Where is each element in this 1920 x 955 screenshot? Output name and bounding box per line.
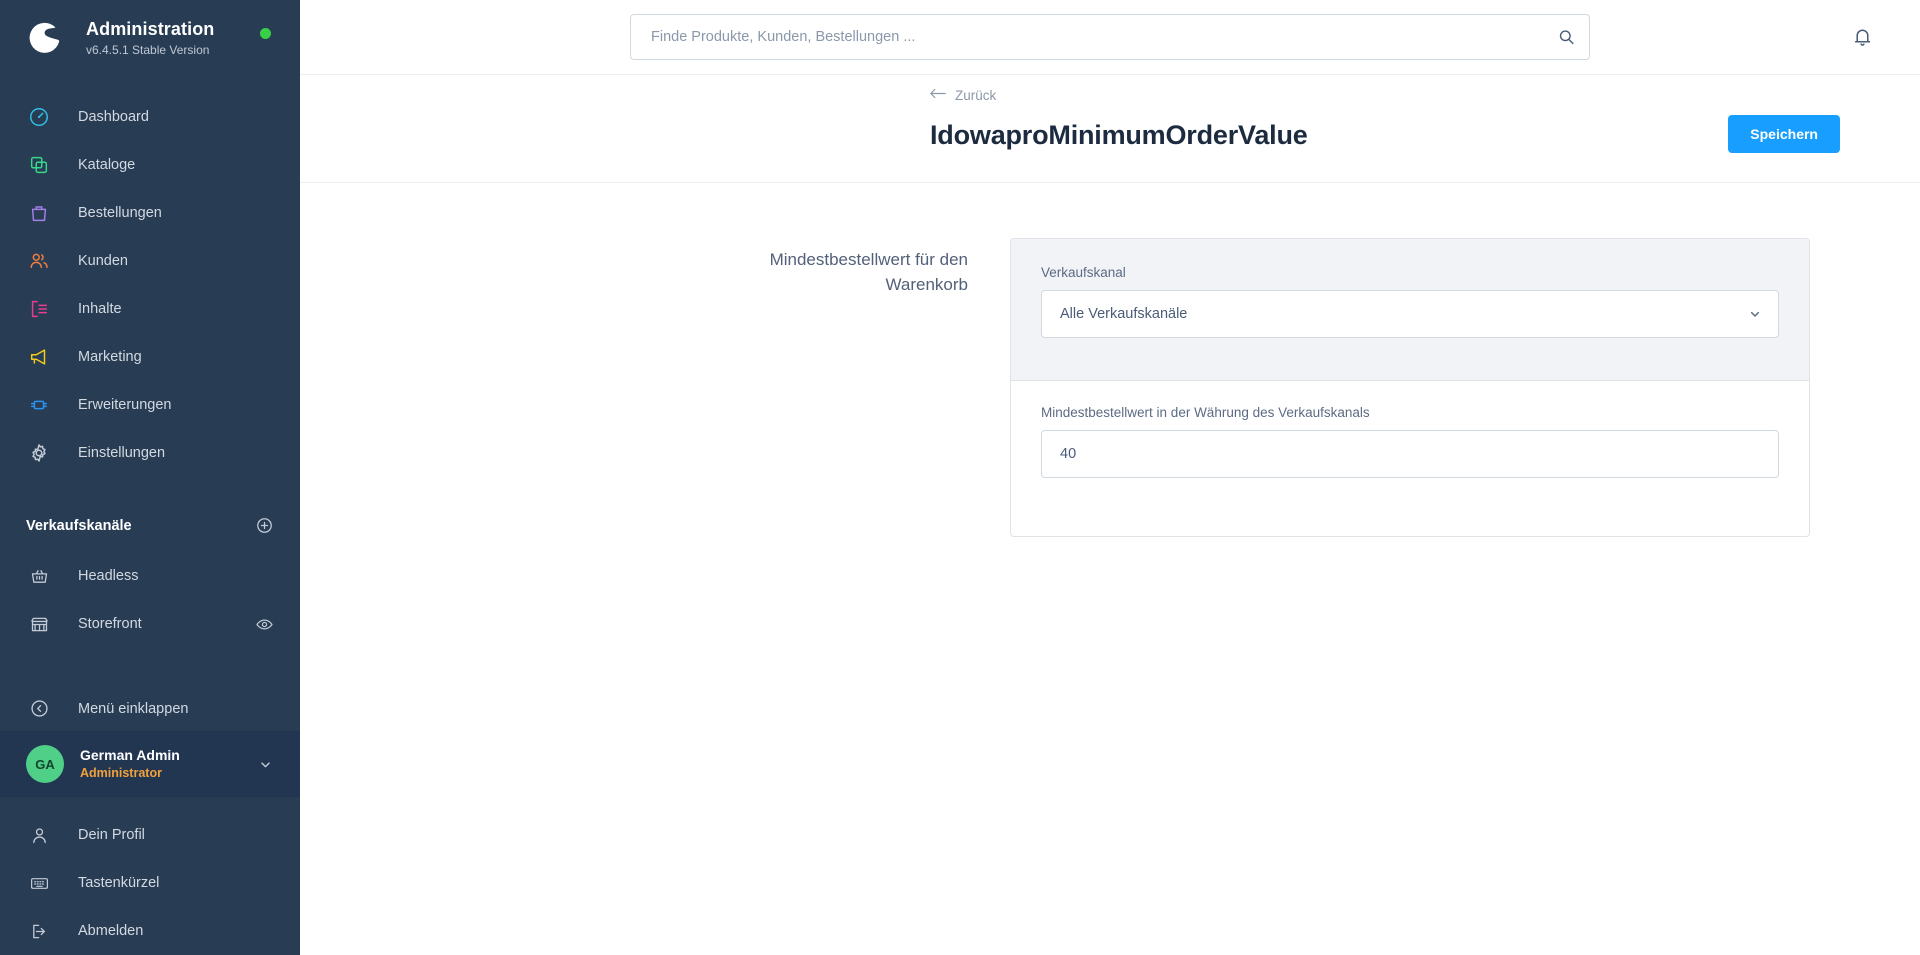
arrow-left-icon xyxy=(930,87,946,103)
minimum-value-label: Mindestbestellwert in der Währung des Ve… xyxy=(1041,405,1370,420)
eye-icon[interactable] xyxy=(255,615,274,634)
sidebar-item-label: Marketing xyxy=(78,348,142,365)
content-icon xyxy=(26,296,52,322)
save-button[interactable]: Speichern xyxy=(1728,115,1840,153)
sidebar-item-einstellungen[interactable]: Einstellungen xyxy=(0,429,300,477)
sidebar-item-label: Dein Profil xyxy=(78,827,145,843)
sidebar-item-abmelden[interactable]: Abmelden xyxy=(0,907,300,955)
keyboard-icon xyxy=(26,870,52,896)
basket-icon xyxy=(26,563,52,589)
sidebar-item-label: Erweiterungen xyxy=(78,396,172,413)
sidebar-item-dein-profil[interactable]: Dein Profil xyxy=(0,811,300,859)
sales-channels-section-header: Verkaufskanäle xyxy=(0,507,300,545)
page-header-inner: Zurück IdowaproMinimumOrderValue Speiche… xyxy=(300,75,1860,153)
minimum-value-input[interactable] xyxy=(1041,430,1779,478)
megaphone-icon xyxy=(26,344,52,370)
brand-header[interactable]: Administration v6.4.5.1 Stable Version xyxy=(0,0,300,77)
sidebar-item-tastenkuerzel[interactable]: Tastenkürzel xyxy=(0,859,300,907)
dashboard-icon xyxy=(26,104,52,130)
user-name: German Admin xyxy=(80,747,180,764)
back-link-label: Zurück xyxy=(955,87,997,103)
logout-icon xyxy=(26,918,52,944)
shopware-logo-icon xyxy=(26,17,68,59)
sidebar-item-marketing[interactable]: Marketing xyxy=(0,333,300,381)
back-link[interactable]: Zurück xyxy=(930,87,996,103)
sidebar-item-storefront[interactable]: Storefront xyxy=(0,600,300,648)
shop-icon xyxy=(26,611,52,637)
sidebar-item-label: Storefront xyxy=(78,616,142,633)
brand-title: Administration xyxy=(86,19,215,40)
sales-channels-navigation: Headless Storefront xyxy=(0,552,300,648)
sidebar-item-inhalte[interactable]: Inhalte xyxy=(0,285,300,333)
collapse-menu-button[interactable]: Menü einklappen xyxy=(0,686,300,731)
sidebar-item-label: Inhalte xyxy=(78,300,122,317)
sidebar-item-label: Abmelden xyxy=(78,923,144,939)
page-content: Mindestbestellwert für den Warenkorb Ver… xyxy=(300,183,1920,955)
main-navigation: Dashboard Kataloge Bestellungen Kunden I… xyxy=(0,77,300,477)
search-input[interactable] xyxy=(630,14,1590,60)
sales-channel-select[interactable]: Alle Verkaufskanäle xyxy=(1041,290,1779,338)
chevron-down-icon[interactable] xyxy=(257,756,274,773)
brand-version: v6.4.5.1 Stable Version xyxy=(86,43,210,58)
status-dot-icon xyxy=(260,28,271,39)
avatar: GA xyxy=(26,745,64,784)
settings-form-row: Mindestbestellwert für den Warenkorb Ver… xyxy=(300,238,1920,537)
collapse-menu-label: Menü einklappen xyxy=(78,700,189,717)
chevron-left-circle-icon xyxy=(26,696,52,722)
page-header: Zurück IdowaproMinimumOrderValue Speiche… xyxy=(300,75,1920,183)
user-text: German Admin Administrator xyxy=(80,747,180,781)
brand-text: Administration v6.4.5.1 Stable Version xyxy=(86,19,214,57)
form-group-label-text: Mindestbestellwert für den Warenkorb xyxy=(769,250,968,294)
plugin-icon xyxy=(26,392,52,418)
sidebar-item-bestellungen[interactable]: Bestellungen xyxy=(0,189,300,237)
main-area: Zurück IdowaproMinimumOrderValue Speiche… xyxy=(300,0,1920,955)
sidebar-item-label: Tastenkürzel xyxy=(78,875,160,891)
user-menu-navigation: Dein Profil Tastenkürzel Abmelden xyxy=(0,797,300,955)
sidebar-item-label: Dashboard xyxy=(78,108,149,125)
topbar xyxy=(300,0,1920,75)
users-icon xyxy=(26,248,52,274)
sidebar-item-kunden[interactable]: Kunden xyxy=(0,237,300,285)
catalog-icon xyxy=(26,152,52,178)
plus-circle-icon[interactable] xyxy=(255,516,274,535)
sales-channel-section: Verkaufskanal Alle Verkaufskanäle xyxy=(1011,239,1809,381)
page-header-left: Zurück IdowaproMinimumOrderValue xyxy=(930,87,1728,151)
sidebar-item-label: Kunden xyxy=(78,252,128,269)
sidebar: Administration v6.4.5.1 Stable Version D… xyxy=(0,0,300,955)
sales-channel-select-wrap: Alle Verkaufskanäle xyxy=(1041,290,1779,338)
sidebar-item-headless[interactable]: Headless xyxy=(0,552,300,600)
bell-icon[interactable] xyxy=(1845,20,1880,55)
bag-icon xyxy=(26,200,52,226)
settings-card: Verkaufskanal Alle Verkaufskanäle Mindes… xyxy=(1010,238,1810,537)
sidebar-item-kataloge[interactable]: Kataloge xyxy=(0,141,300,189)
sales-channel-label: Verkaufskanal xyxy=(1041,265,1126,280)
search-icon[interactable] xyxy=(1557,28,1576,47)
person-icon xyxy=(26,822,52,848)
sales-channel-value: Alle Verkaufskanäle xyxy=(1060,306,1188,322)
minimum-value-section: Mindestbestellwert in der Währung des Ve… xyxy=(1011,381,1809,536)
sales-channels-title: Verkaufskanäle xyxy=(26,517,132,534)
sidebar-item-label: Headless xyxy=(78,568,139,585)
user-profile-block[interactable]: GA German Admin Administrator xyxy=(0,731,300,797)
sidebar-item-label: Einstellungen xyxy=(78,444,166,461)
page-title: IdowaproMinimumOrderValue xyxy=(930,120,1308,150)
form-group-label: Mindestbestellwert für den Warenkorb xyxy=(720,238,1010,297)
gear-icon xyxy=(26,440,52,466)
user-role: Administrator xyxy=(80,765,162,780)
sidebar-item-label: Bestellungen xyxy=(78,204,162,221)
app-root: Administration v6.4.5.1 Stable Version D… xyxy=(0,0,1920,955)
sidebar-item-dashboard[interactable]: Dashboard xyxy=(0,93,300,141)
sidebar-item-label: Kataloge xyxy=(78,156,136,173)
search-container xyxy=(630,14,1590,60)
sidebar-item-erweiterungen[interactable]: Erweiterungen xyxy=(0,381,300,429)
